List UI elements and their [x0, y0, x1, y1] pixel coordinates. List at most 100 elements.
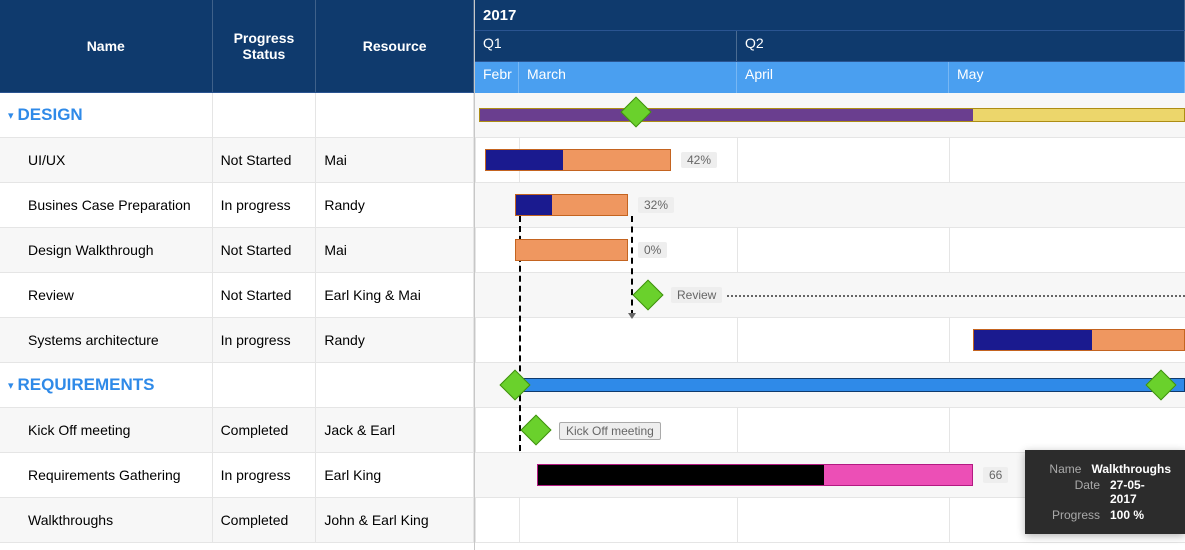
progress-cell: In progress	[213, 453, 317, 497]
grid-body: ▾DESIGNUI/UXNot StartedMaiBusines Case P…	[0, 93, 474, 543]
tooltip-value: Walkthroughs	[1091, 462, 1171, 476]
name-cell: ▾ REQUIREMENTS	[0, 363, 213, 407]
progress-cell	[213, 93, 317, 137]
month-cell[interactable]: May	[949, 62, 1185, 93]
task-name: Review	[28, 287, 74, 303]
progress-cell: Not Started	[213, 228, 317, 272]
summary-bar[interactable]	[515, 378, 1185, 392]
grid-pane: Name Progress Status Resource ▾ DESIGN UI/…	[0, 0, 475, 550]
expand-icon[interactable]: ▾	[8, 109, 14, 122]
resource-cell: Earl King	[316, 453, 474, 497]
year-cell[interactable]: 2017	[475, 0, 1185, 30]
task-row[interactable]: Kick Off meetingCompletedJack & Earl	[0, 408, 474, 453]
resource-cell: Mai	[316, 138, 474, 182]
resource-cell: Randy	[316, 318, 474, 362]
name-cell: ▾ DESIGN	[0, 93, 213, 137]
milestone-diamond[interactable]	[1145, 369, 1176, 400]
progress-cell: Completed	[213, 498, 317, 542]
summary-bar[interactable]	[479, 108, 1185, 122]
task-bar[interactable]	[973, 329, 1185, 351]
task-name: Systems architecture	[28, 332, 159, 348]
milestone-diamond[interactable]	[632, 279, 663, 310]
task-name: Busines Case Preparation	[28, 197, 191, 213]
resource-cell	[316, 363, 474, 407]
task-name: Requirements Gathering	[28, 467, 181, 483]
resource-cell	[316, 93, 474, 137]
progress-cell: Not Started	[213, 273, 317, 317]
month-cell[interactable]: April	[737, 62, 949, 93]
timeline-header-months: FebrMarchAprilMay	[475, 62, 1185, 93]
task-row[interactable]: Requirements Gathering In progressEarl Ki…	[0, 453, 474, 498]
task-name: Kick Off meeting	[28, 422, 130, 438]
milestone-diamond[interactable]	[520, 414, 551, 445]
name-cell: Walkthroughs	[0, 498, 213, 542]
tooltip-value: 100 %	[1110, 508, 1171, 522]
grid-header: Name Progress Status Resource	[0, 0, 474, 93]
name-cell: Kick Off meeting	[0, 408, 213, 452]
task-row[interactable]: Design Walkthrough Not StartedMai	[0, 228, 474, 273]
name-cell: UI/UX	[0, 138, 213, 182]
tooltip-label: Date	[1039, 478, 1100, 506]
milestone-diamond[interactable]	[620, 96, 651, 127]
name-cell: Busines Case Preparation	[0, 183, 213, 227]
progress-cell: In progress	[213, 318, 317, 362]
quarter-cell[interactable]: Q1	[475, 31, 737, 61]
progress-label: 32%	[638, 197, 674, 213]
chart-row[interactable]: 32%	[475, 183, 1185, 228]
chart-row[interactable]: Review	[475, 273, 1185, 318]
task-name: REQUIREMENTS	[18, 375, 155, 395]
tooltip-value: 27-05-2017	[1110, 478, 1171, 506]
chart-row[interactable]	[475, 318, 1185, 363]
tooltip-label: Name	[1039, 462, 1081, 476]
progress-cell: Not Started	[213, 138, 317, 182]
resource-cell: John & Earl King	[316, 498, 474, 542]
name-cell: Design Walkthrough	[0, 228, 213, 272]
task-row[interactable]: Review Not StartedEarl King & Mai	[0, 273, 474, 318]
resource-cell: Earl King & Mai	[316, 273, 474, 317]
quarter-cell[interactable]: Q2	[737, 31, 1185, 61]
column-header-resource[interactable]: Resource	[316, 0, 474, 92]
milestone-label: Kick Off meeting	[559, 422, 661, 440]
milestone-diamond[interactable]	[499, 369, 530, 400]
task-bar[interactable]	[537, 464, 973, 486]
chart-row[interactable]: Kick Off meeting	[475, 408, 1185, 453]
task-name: DESIGN	[18, 105, 83, 125]
month-cell[interactable]: March	[519, 62, 737, 93]
task-row[interactable]: Busines Case Preparation In progressRandy	[0, 183, 474, 228]
name-cell: Review	[0, 273, 213, 317]
chart-row[interactable]: 42%	[475, 138, 1185, 183]
resource-cell: Randy	[316, 183, 474, 227]
timeline-header-year: 2017	[475, 0, 1185, 31]
task-bar[interactable]	[515, 239, 628, 261]
progress-label: 0%	[638, 242, 667, 258]
task-row[interactable]: Walkthroughs CompletedJohn & Earl King	[0, 498, 474, 543]
progress-label: 66	[983, 467, 1008, 483]
chart-row[interactable]	[475, 93, 1185, 138]
task-row[interactable]: Systems architecture In progressRandy	[0, 318, 474, 363]
progress-label: 42%	[681, 152, 717, 168]
progress-cell	[213, 363, 317, 407]
task-bar[interactable]	[485, 149, 671, 171]
resource-cell: Mai	[316, 228, 474, 272]
name-cell: Requirements Gathering	[0, 453, 213, 497]
task-name: UI/UX	[28, 152, 65, 168]
group-row[interactable]: ▾ REQUIREMENTS	[0, 363, 474, 408]
column-header-name[interactable]: Name	[0, 0, 213, 92]
expand-icon[interactable]: ▾	[8, 379, 14, 392]
column-header-progress[interactable]: Progress Status	[213, 0, 317, 92]
progress-cell: Completed	[213, 408, 317, 452]
group-row[interactable]: ▾ DESIGN	[0, 93, 474, 138]
task-row[interactable]: UI/UX Not StartedMai	[0, 138, 474, 183]
gantt-chart: Name Progress Status Resource ▾ DESIGN UI/…	[0, 0, 1185, 550]
chart-row[interactable]	[475, 363, 1185, 408]
tooltip-label: Progress	[1039, 508, 1100, 522]
chart-row[interactable]: 0%	[475, 228, 1185, 273]
name-cell: Systems architecture	[0, 318, 213, 362]
month-cell[interactable]: Febr	[475, 62, 519, 93]
task-tooltip: Name Walkthroughs Date 27-05-2017 Progress…	[1025, 450, 1185, 534]
milestone-label: Review	[671, 287, 722, 303]
task-name: Walkthroughs	[28, 512, 113, 528]
progress-cell: In progress	[213, 183, 317, 227]
task-name: Design Walkthrough	[28, 242, 154, 258]
task-bar[interactable]	[515, 194, 628, 216]
